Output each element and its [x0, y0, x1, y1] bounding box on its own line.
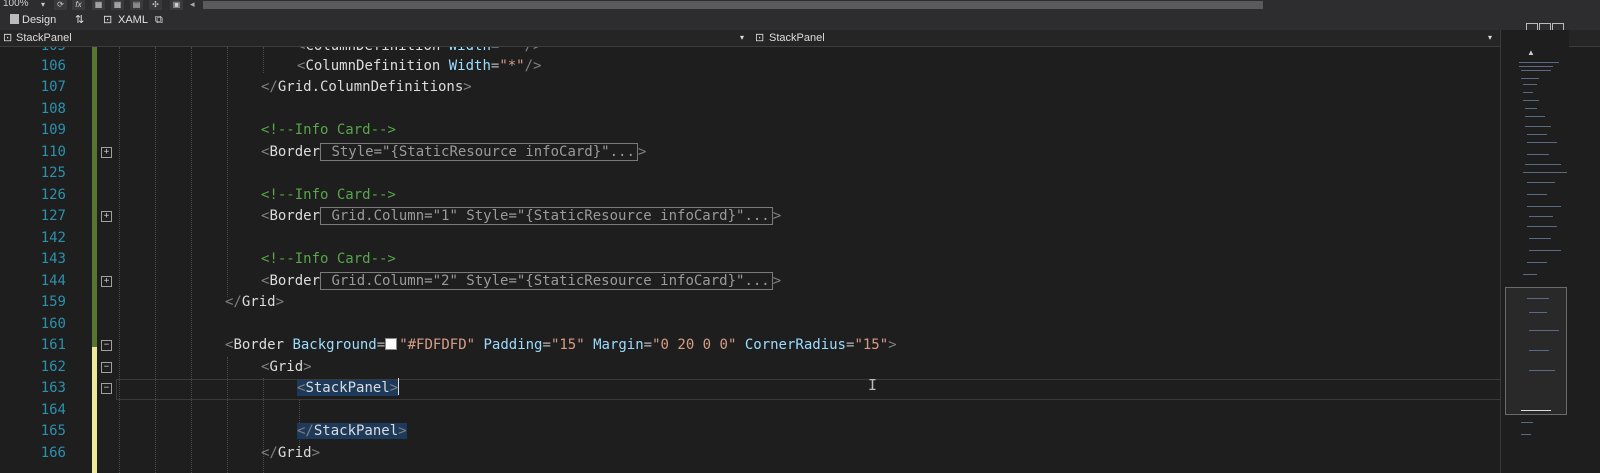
layout-icon[interactable]: ▣: [170, 0, 183, 10]
expand-icon[interactable]: +: [101, 276, 112, 287]
line-number: 164: [40, 402, 66, 418]
code-line: 142: [0, 228, 1534, 249]
code-line: 110 + <Border Style="{StaticResource inf…: [0, 142, 1534, 163]
designer-toolbar: 100% ▾ ⟳ fx ▦ ▦ ▤ ✣ ▣ ◂: [0, 0, 1600, 11]
color-swatch[interactable]: [385, 338, 398, 350]
expand-icon[interactable]: +: [101, 147, 112, 158]
horizontal-scrollbar[interactable]: [203, 1, 1263, 9]
code-minimap[interactable]: ▲: [1500, 30, 1569, 473]
tab-design[interactable]: Design: [22, 13, 56, 28]
line-number: 108: [40, 101, 66, 117]
collapse-icon[interactable]: −: [101, 383, 112, 394]
collapsed-region[interactable]: Grid.Column="1" Style="{StaticResource i…: [320, 207, 773, 225]
nav-left-selector[interactable]: StackPanel: [16, 31, 72, 45]
line-number: 126: [40, 187, 66, 203]
code-line: 160: [0, 314, 1534, 335]
line-code: <Grid>: [261, 359, 312, 375]
minimap-viewport[interactable]: [1505, 287, 1567, 415]
line-number: 110: [40, 144, 66, 160]
code-line: 107 </Grid.ColumnDefinitions>: [0, 77, 1534, 98]
line-number: 106: [40, 58, 66, 74]
snap-icon[interactable]: ✣: [149, 0, 162, 10]
code-line: 164: [0, 400, 1534, 421]
text-caret: [398, 378, 400, 395]
refresh-icon[interactable]: ⟳: [54, 0, 67, 10]
line-number: 159: [40, 294, 66, 310]
save-icon[interactable]: ▤: [130, 0, 143, 10]
scroll-up-icon[interactable]: ▲: [1527, 48, 1535, 57]
line-code: <Border Grid.Column="1" Style="{StaticRe…: [261, 207, 782, 225]
line-number: 143: [40, 251, 66, 267]
code-line: 126 <!--Info Card-->: [0, 185, 1534, 206]
swap-panes-icon[interactable]: ⇅: [75, 13, 84, 28]
collapsed-region[interactable]: Style="{StaticResource infoCard}"...: [320, 143, 638, 161]
line-code: <Border Grid.Column="2" Style="{StaticRe…: [261, 272, 782, 290]
expand-icon[interactable]: +: [101, 211, 112, 222]
line-number: 125: [40, 165, 66, 181]
mouse-ibeam-cursor: I: [868, 376, 878, 394]
line-number: 162: [40, 359, 66, 375]
line-number: 166: [40, 445, 66, 461]
line-code: <Border Background= "#FDFDFD" Padding="15…: [225, 337, 897, 353]
line-code: </Grid.ColumnDefinitions>: [261, 79, 472, 95]
code-comment: <!--Info Card-->: [261, 122, 396, 138]
line-number: 165: [40, 423, 66, 439]
line-number: 161: [40, 337, 66, 353]
line-number: 142: [40, 230, 66, 246]
line-code: </StackPanel>: [297, 423, 407, 439]
collapsed-region[interactable]: Grid.Column="2" Style="{StaticResource i…: [320, 272, 773, 290]
code-line: 109 <!--Info Card-->: [0, 120, 1534, 141]
code-line: 127 + <Border Grid.Column="1" Style="{St…: [0, 206, 1534, 227]
tab-xaml[interactable]: XAML: [118, 13, 148, 28]
nav-left-icon: ⊡: [3, 32, 13, 44]
navigation-bar: ⊡ StackPanel ▾ ⊡ StackPanel ▾ ✛: [0, 29, 1600, 47]
code-line: 144 + <Border Grid.Column="2" Style="{St…: [0, 271, 1534, 292]
line-code: <ColumnDefinition Width="*"/>: [297, 58, 542, 74]
line-number: 160: [40, 316, 66, 332]
fx-icon[interactable]: fx: [72, 0, 85, 10]
code-line: 125: [0, 163, 1534, 184]
code-line: 162 − <Grid>: [0, 357, 1534, 378]
grid-2-icon[interactable]: ▦: [111, 0, 124, 10]
line-code: <Border Style="{StaticResource infoCard}…: [261, 143, 647, 161]
grid-icon[interactable]: ▦: [92, 0, 105, 10]
nav-right-icon: ⊡: [755, 32, 765, 44]
nav-right-dropdown-icon[interactable]: ▾: [1488, 31, 1492, 45]
zoom-dropdown-icon[interactable]: ▾: [41, 0, 45, 9]
collapse-icon[interactable]: −: [101, 340, 112, 351]
line-number: 163: [40, 380, 66, 396]
popout-icon[interactable]: ⧉: [155, 13, 163, 28]
scroll-left-icon[interactable]: ◂: [190, 0, 195, 10]
line-number: 127: [40, 208, 66, 224]
line-number: 144: [40, 273, 66, 289]
code-comment: <!--Info Card-->: [261, 251, 396, 267]
code-line: 159 </Grid>: [0, 292, 1534, 313]
design-icon: [10, 14, 19, 24]
view-tabbar: Design ⇅ ⊡ XAML ⧉: [0, 11, 1600, 35]
code-line: 163 − <StackPanel>: [0, 378, 1534, 399]
zoom-level[interactable]: 100%: [3, 0, 29, 9]
code-comment: <!--Info Card-->: [261, 187, 396, 203]
nav-left-dropdown-icon[interactable]: ▾: [740, 31, 744, 45]
code-line: 161 − <Border Background= "#FDFDFD" Paddi…: [0, 335, 1534, 356]
line-code: </Grid>: [225, 294, 285, 310]
xaml-icon: ⊡: [103, 14, 113, 26]
code-line: 106 <ColumnDefinition Width="*"/>: [0, 56, 1534, 77]
code-line: 143 <!--Info Card-->: [0, 249, 1534, 270]
collapse-icon[interactable]: −: [101, 362, 112, 373]
line-code: <StackPanel>: [297, 378, 400, 396]
code-line: 165 </StackPanel>: [0, 421, 1534, 442]
code-line: 166 </Grid>: [0, 443, 1534, 464]
code-line: 108: [0, 99, 1534, 120]
line-number: 107: [40, 79, 66, 95]
line-code: </Grid>: [261, 445, 321, 461]
line-number: 109: [40, 122, 66, 138]
xaml-editor[interactable]: 105 <ColumnDefinition Width="*"/> 106 <C…: [0, 47, 1534, 473]
nav-right-selector[interactable]: StackPanel: [769, 31, 825, 45]
